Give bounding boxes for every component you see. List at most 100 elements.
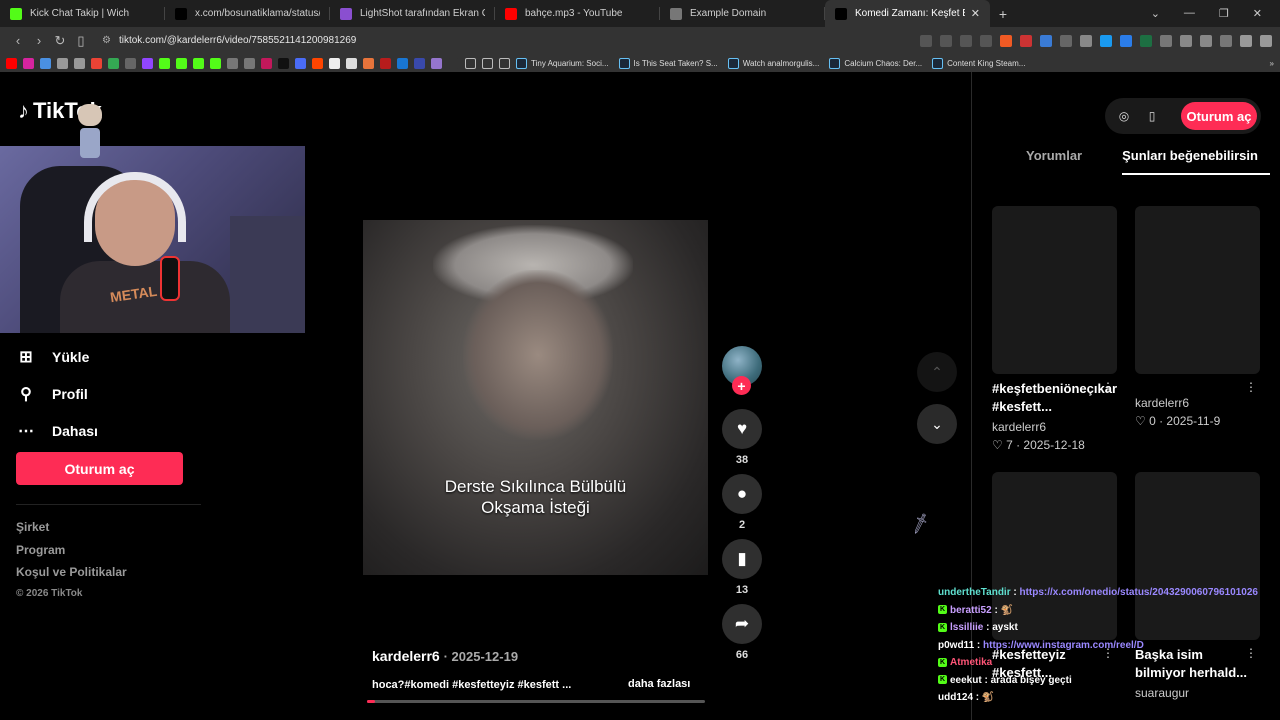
like-button[interactable]: ♥: [722, 409, 762, 449]
bookmark-icon[interactable]: [261, 57, 272, 69]
bookmarks-overflow-icon[interactable]: »: [1270, 59, 1274, 68]
bookmark-link[interactable]: Watch analmorgulis...: [727, 57, 819, 69]
bookmark-icon[interactable]: [227, 57, 238, 69]
twitch-bookmark-icon[interactable]: [142, 57, 153, 69]
comment-button[interactable]: ●: [722, 474, 762, 514]
url-field[interactable]: ⚙ tiktok.com/@kardelerr6/video/758552114…: [102, 35, 356, 46]
close-window-button[interactable]: ✕: [1253, 7, 1262, 20]
folder-icon[interactable]: [482, 57, 493, 69]
bookmark-icon[interactable]: [57, 57, 68, 69]
browser-tab[interactable]: x.com/bosunatiklama/status/204332: [165, 0, 330, 27]
login-button[interactable]: Oturum aç: [16, 452, 183, 485]
suggested-card[interactable]: kardelerr6 ♡ 0 · 2025-11-9 ⋮: [1135, 206, 1261, 428]
footer-link-program[interactable]: Program: [16, 543, 127, 566]
brave-shield-icon[interactable]: [1000, 34, 1012, 47]
amazon-bookmark-icon[interactable]: [346, 57, 357, 69]
bookmark-icon[interactable]: [244, 57, 255, 69]
bookmark-icon[interactable]: [210, 57, 221, 69]
sidebar-item-more[interactable]: ⋯ Dahası: [16, 412, 98, 449]
site-info-icon[interactable]: ⚙: [102, 35, 111, 46]
music-icon[interactable]: [1240, 34, 1252, 47]
extension-icon[interactable]: [1120, 34, 1132, 47]
follow-plus-icon[interactable]: +: [732, 376, 751, 395]
extension-icon[interactable]: [920, 34, 932, 47]
x-bookmark-icon[interactable]: [278, 57, 289, 69]
new-tab-button[interactable]: +: [990, 6, 1016, 22]
creator-avatar[interactable]: +: [722, 346, 762, 395]
bookmark-icon[interactable]: [380, 57, 391, 69]
browser-tab[interactable]: bahçe.mp3 - YouTube: [495, 0, 660, 27]
forward-button[interactable]: ›: [29, 33, 49, 48]
browser-tab[interactable]: Kick Chat Takip | Wich: [0, 0, 165, 27]
chat-text[interactable]: https://x.com/onedio/status/204329006079…: [1019, 587, 1257, 598]
suggested-card[interactable]: #keşfetbeniöneçıkar #kesfett... kardeler…: [992, 206, 1118, 452]
share-button[interactable]: ➦: [722, 604, 762, 644]
bookmark-icon[interactable]: [363, 57, 374, 69]
extension-icon[interactable]: [1200, 34, 1212, 47]
extension-icon[interactable]: [960, 34, 972, 47]
tab-you-may-like[interactable]: Şunları beğenebilirsin: [1122, 148, 1270, 175]
close-tab-icon[interactable]: ✕: [965, 7, 980, 20]
bookmark-icon[interactable]: [448, 57, 459, 69]
kick-bookmark-icon[interactable]: [176, 57, 187, 69]
browser-tab[interactable]: Example Domain: [660, 0, 825, 27]
extension-icon[interactable]: [980, 34, 992, 47]
puzzle-icon[interactable]: [1180, 34, 1192, 47]
video-author[interactable]: kardelerr6: [372, 648, 440, 664]
bookmark-icon[interactable]: [40, 57, 51, 69]
bookmark-icon[interactable]: [329, 57, 340, 69]
bookmark-icon[interactable]: [125, 57, 136, 69]
extension-icon[interactable]: [1040, 34, 1052, 47]
folder-icon[interactable]: [465, 57, 476, 69]
browser-tab[interactable]: Komedi Zamanı: Keşfet Beni Ç✕: [825, 0, 990, 27]
bookmark-link[interactable]: Is This Seat Taken? S...: [618, 57, 718, 69]
restore-button[interactable]: ❐: [1219, 7, 1229, 20]
minimize-button[interactable]: —: [1184, 7, 1195, 20]
next-video-button[interactable]: ⌄: [917, 404, 957, 444]
extension-icon[interactable]: [1160, 34, 1172, 47]
extension-icon[interactable]: [1100, 34, 1112, 47]
bookmark-icon[interactable]: [414, 57, 425, 69]
more-button[interactable]: daha fazlası: [628, 678, 690, 690]
tab-search-icon[interactable]: ⌄: [1151, 7, 1160, 20]
card-more-icon[interactable]: ⋮: [1245, 380, 1257, 394]
gmail-bookmark-icon[interactable]: [91, 57, 102, 69]
footer-link-terms[interactable]: Koşul ve Politikalar: [16, 565, 127, 588]
drive-bookmark-icon[interactable]: [108, 57, 119, 69]
video-player[interactable]: Derste Sıkılınca Bülbülü Okşama İsteği: [363, 220, 708, 575]
bookmark-button[interactable]: ▯: [71, 33, 91, 49]
extension-icon[interactable]: [1220, 34, 1232, 47]
reload-button[interactable]: ↻: [50, 33, 70, 49]
bookmark-icon[interactable]: [295, 57, 306, 69]
youtube-bookmark-icon[interactable]: [6, 57, 17, 69]
video-progress-bar[interactable]: [367, 700, 705, 703]
chat-text[interactable]: https://www.instagram.com/reel/D: [983, 640, 1144, 651]
kick-bookmark-icon[interactable]: [193, 57, 204, 69]
save-button[interactable]: ▮: [722, 539, 762, 579]
sidebar-item-upload[interactable]: ⊞ Yükle: [16, 338, 98, 375]
folder-icon[interactable]: [499, 57, 510, 69]
card-more-icon[interactable]: ⋮: [1102, 380, 1114, 394]
footer-link-company[interactable]: Şirket: [16, 520, 127, 543]
bookmark-link[interactable]: Content King Steam...: [932, 57, 1025, 69]
bookmark-link[interactable]: Calcium Chaos: Der...: [829, 57, 922, 69]
extension-icon[interactable]: [1060, 34, 1072, 47]
extension-icon[interactable]: [1020, 34, 1032, 47]
menu-icon[interactable]: [1260, 34, 1272, 47]
compass-icon[interactable]: ◎: [1117, 109, 1131, 123]
bookmark-icon[interactable]: [74, 57, 85, 69]
extension-icon[interactable]: [940, 34, 952, 47]
reddit-bookmark-icon[interactable]: [312, 57, 323, 69]
bookmark-icon[interactable]: [431, 57, 442, 69]
kick-bookmark-icon[interactable]: [159, 57, 170, 69]
bookmark-icon[interactable]: [397, 57, 408, 69]
instagram-bookmark-icon[interactable]: [23, 57, 34, 69]
extension-icon[interactable]: [1080, 34, 1092, 47]
tab-comments[interactable]: Yorumlar: [992, 148, 1122, 175]
back-button[interactable]: ‹: [8, 33, 28, 48]
previous-video-button[interactable]: ⌃: [917, 352, 957, 392]
top-login-button[interactable]: Oturum aç: [1181, 102, 1257, 130]
browser-tab[interactable]: LightShot tarafından Ekran Görüntüsü: [330, 0, 495, 27]
sidebar-item-profile[interactable]: ⚲ Profil: [16, 375, 98, 412]
bookmark-link[interactable]: Tiny Aquarium: Soci...: [516, 57, 609, 69]
